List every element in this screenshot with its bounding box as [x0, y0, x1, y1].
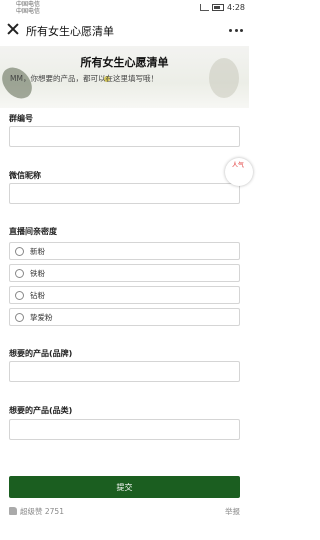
density-label: 直播间亲密度: [9, 227, 57, 236]
radio-option-diamond-fan[interactable]: 钻粉: [9, 286, 240, 304]
more-icon[interactable]: [229, 29, 243, 33]
radio-option-iron-fan[interactable]: 铁粉: [9, 264, 240, 282]
radio-circle-icon: [15, 247, 24, 256]
thumbs-up-icon[interactable]: [9, 507, 17, 515]
report-link[interactable]: 举报: [225, 506, 240, 517]
carrier-1: 中国电信: [16, 1, 41, 8]
like-count[interactable]: 超级赞 2751: [20, 506, 64, 517]
radio-option-new-fan[interactable]: 新粉: [9, 242, 240, 260]
category-label: 想要的产品(品类): [9, 406, 73, 415]
category-input[interactable]: [9, 419, 240, 440]
form-description: MM，你想要的产品，都可以在这里填写哦！: [10, 74, 158, 83]
brand-input[interactable]: [9, 361, 240, 382]
signal-icon: [200, 4, 210, 11]
close-icon[interactable]: [6, 22, 20, 36]
nickname-label: 微信昵称: [9, 171, 41, 180]
carrier-info: 中国电信 中国电信: [16, 1, 40, 15]
status-time: 4:28: [227, 3, 245, 12]
radio-label: 钻粉: [30, 291, 45, 300]
brand-label: 想要的产品(品牌): [9, 349, 73, 358]
radio-circle-icon: [15, 313, 24, 322]
battery-icon: [212, 4, 225, 11]
radio-circle-icon: [15, 269, 24, 278]
radio-option-devoted-fan[interactable]: 挚爱粉: [9, 308, 240, 326]
form-title: 所有女生心愿清单: [80, 56, 169, 69]
radio-circle-icon: [15, 291, 24, 300]
badge-text: 人气: [231, 162, 244, 169]
footer: 超级赞 2751 举报: [9, 505, 240, 519]
submit-button[interactable]: 提交: [9, 476, 240, 498]
nickname-input[interactable]: [9, 183, 240, 204]
group-number-label: 群编号: [9, 114, 33, 123]
nav-title: 所有女生心愿清单: [26, 25, 114, 38]
group-number-input[interactable]: [9, 126, 240, 147]
floating-badge[interactable]: 人气: [225, 158, 253, 186]
radio-label: 铁粉: [30, 269, 45, 278]
radio-label: 新粉: [30, 247, 45, 256]
status-bar: 中国电信 中国电信 4:28: [0, 0, 249, 16]
status-right: 4:28: [200, 3, 245, 12]
radio-label: 挚爱粉: [30, 313, 53, 322]
title-bar: 所有女生心愿清单: [0, 16, 249, 46]
carrier-2: 中国电信: [16, 8, 41, 15]
